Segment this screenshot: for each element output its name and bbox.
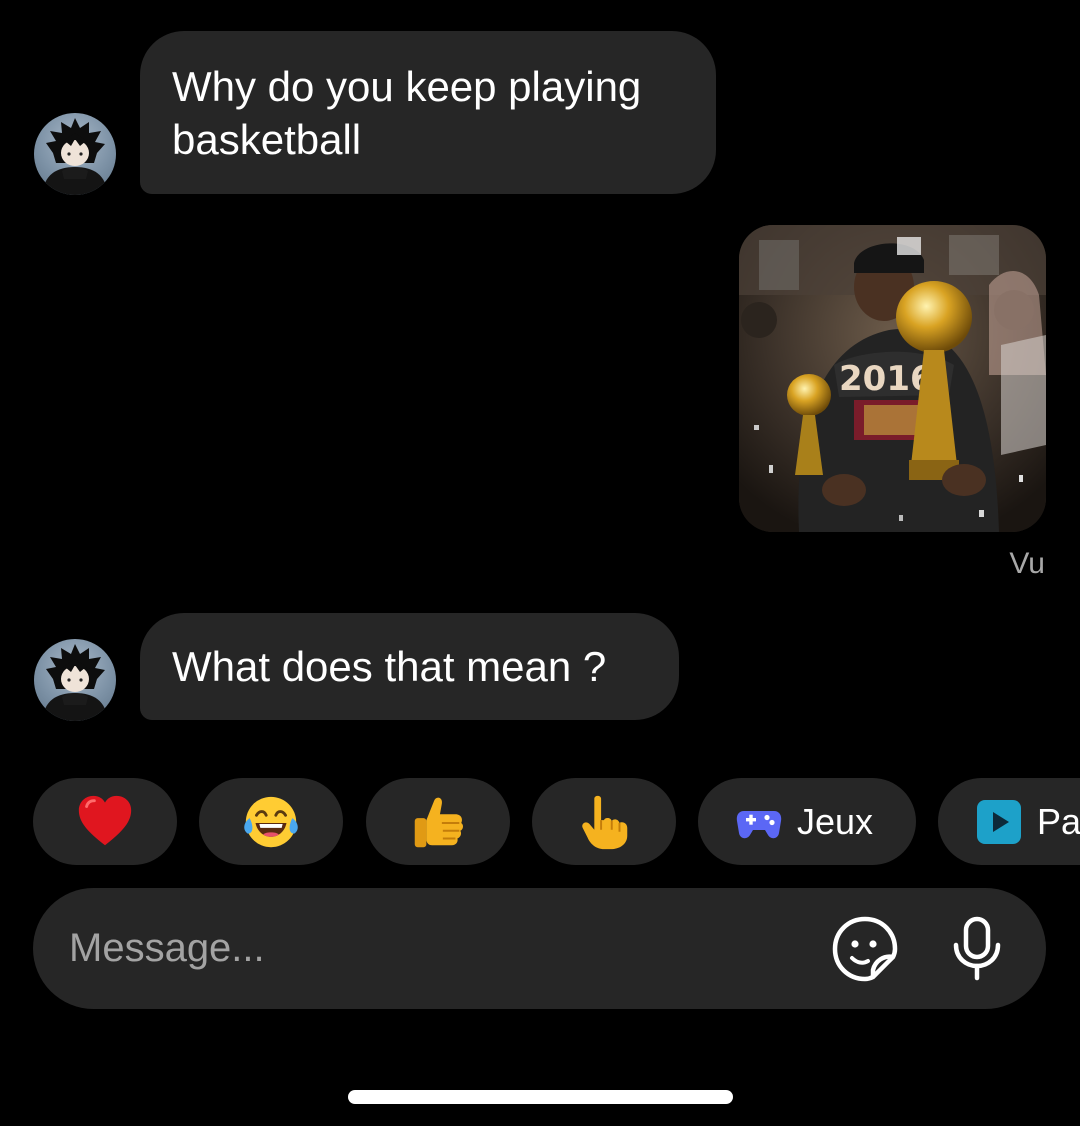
championship-photo: 2016 — [739, 225, 1046, 532]
microphone-icon[interactable] — [942, 914, 1012, 984]
quick-action-play[interactable]: Pa — [938, 778, 1080, 865]
play-icon — [976, 799, 1022, 845]
game-controller-icon — [736, 799, 782, 845]
sticker-icon[interactable] — [830, 914, 900, 984]
sent-image-message[interactable]: 2016 — [739, 225, 1046, 532]
contact-avatar[interactable] — [34, 639, 116, 721]
quick-action-label: Pa — [1037, 800, 1080, 842]
message-bubble-received[interactable]: Why do you keep playing basketball — [140, 31, 716, 194]
message-input[interactable] — [69, 888, 809, 1009]
pointing-hand-emoji — [582, 795, 628, 849]
quick-reaction-heart[interactable] — [33, 778, 177, 865]
tears-of-joy-emoji — [244, 796, 298, 847]
quick-action-label: Jeux — [797, 800, 874, 842]
message-bubble-received[interactable]: What does that mean ? — [140, 613, 679, 720]
contact-avatar[interactable] — [34, 113, 116, 195]
quick-reactions-row: Jeux Pa — [0, 778, 1080, 865]
quick-action-games[interactable]: Jeux — [698, 778, 916, 865]
thumbs-up-emoji — [414, 797, 464, 847]
avatar-image — [42, 644, 108, 721]
red-heart-emoji — [78, 795, 132, 845]
home-indicator[interactable] — [348, 1090, 733, 1104]
avatar-image — [42, 118, 108, 195]
seen-status: Vu — [1009, 547, 1045, 580]
quick-reaction-thumbs-up[interactable] — [366, 778, 510, 865]
quick-reaction-laugh[interactable] — [199, 778, 343, 865]
quick-reaction-point[interactable] — [532, 778, 676, 865]
message-composer — [33, 888, 1046, 1009]
